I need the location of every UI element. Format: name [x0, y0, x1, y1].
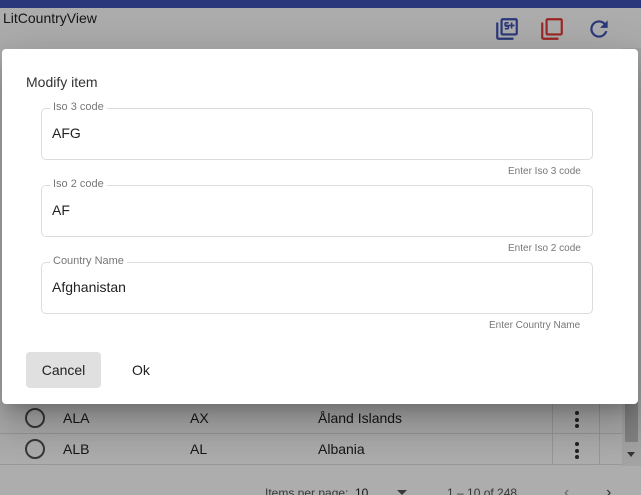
modify-item-dialog: Modify item Iso 3 code Enter Iso 3 code …	[2, 49, 638, 404]
iso3-label: Iso 3 code	[50, 101, 107, 113]
country-name-field[interactable]: Country Name	[41, 255, 593, 314]
cancel-button[interactable]: Cancel	[26, 352, 101, 388]
country-name-label: Country Name	[50, 255, 127, 267]
dialog-title: Modify item	[26, 74, 98, 90]
iso2-hint: Enter Iso 2 code	[508, 243, 581, 254]
iso3-hint: Enter Iso 3 code	[508, 166, 581, 177]
iso3-field[interactable]: Iso 3 code	[41, 101, 593, 160]
country-name-hint: Enter Country Name	[489, 320, 581, 331]
iso3-input[interactable]	[52, 125, 572, 141]
iso2-field[interactable]: Iso 2 code	[41, 178, 593, 237]
country-name-input[interactable]	[52, 279, 572, 295]
iso2-label: Iso 2 code	[50, 178, 107, 190]
ok-button[interactable]: Ok	[119, 352, 163, 388]
iso2-input[interactable]	[52, 202, 572, 218]
